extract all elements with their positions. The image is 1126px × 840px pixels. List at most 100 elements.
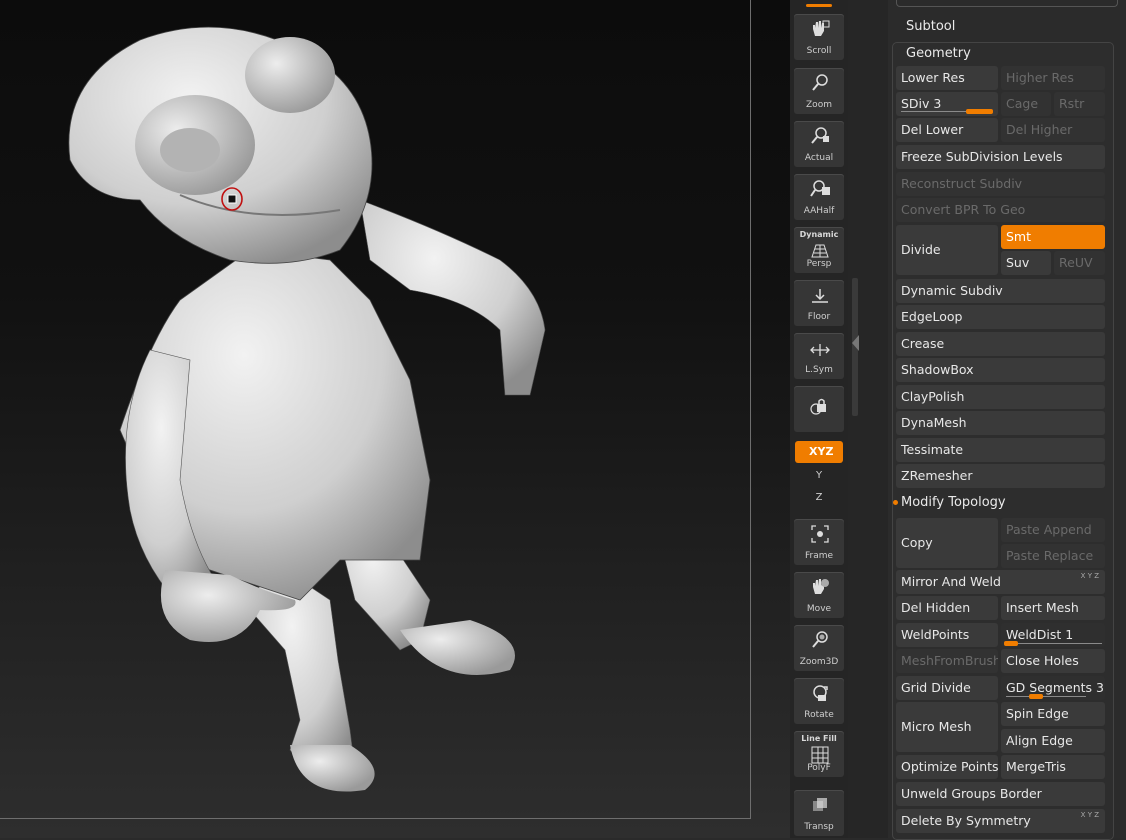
persp-dynamic-label: Dynamic [799,230,839,239]
del-hidden-button[interactable]: Del Hidden [896,596,998,620]
viewport-canvas[interactable] [0,0,790,838]
transp-button[interactable]: Transp [794,790,844,836]
sdiv-slider[interactable]: SDiv 3 [896,92,998,116]
polyframe-grid-icon [811,746,829,764]
lsym-button[interactable]: L.Sym [794,333,844,379]
welddist-slider-thumb[interactable] [1004,641,1018,646]
shadowbox-section[interactable]: ShadowBox [896,358,1105,382]
gd-segments-slider[interactable]: GD Segments 3 [1001,676,1105,700]
mirror-and-weld-button[interactable]: Mirror And Weld X Y Z [896,570,1105,594]
z-axis-label: Z [815,492,823,503]
lower-res-button[interactable]: Lower Res [896,66,998,90]
edgeloop-section[interactable]: EdgeLoop [896,305,1105,329]
mirror-axis-indicator[interactable]: X Y Z [1081,570,1099,588]
gd-segments-label: GD Segments 3 [1006,680,1104,695]
local-transform-button[interactable] [794,386,844,432]
delete-symmetry-label: Delete By Symmetry [901,813,1031,828]
collapse-arrow-icon[interactable] [852,335,859,351]
shelf-scroll-indicator [806,4,832,7]
sdiv-label: SDiv 3 [901,96,942,111]
lock-rotate-icon [810,398,826,415]
y-rotate-toggle[interactable]: Y [812,470,826,486]
actual-size-icon [811,127,829,144]
smt-toggle[interactable]: Smt [1001,225,1105,249]
welddist-label: WeldDist 1 [1006,627,1074,642]
del-higher-button[interactable]: Del Higher [1001,118,1105,142]
persp-button[interactable]: Dynamic Persp [794,227,844,273]
close-holes-button[interactable]: Close Holes [1001,649,1105,673]
reuv-button[interactable]: ReUV [1054,251,1105,275]
aahalf-button[interactable]: AAHalf [794,174,844,220]
grid-divide-button[interactable]: Grid Divide [896,676,998,700]
local-symmetry-icon [810,344,830,356]
rstr-button[interactable]: Rstr [1054,92,1105,116]
zoom-magnifier-icon [812,74,828,91]
meshfrombrush-button[interactable]: MeshFromBrush [896,649,998,673]
zremesher-section[interactable]: ZRemesher [896,464,1105,488]
zoom-button[interactable]: Zoom [794,68,844,114]
frame-label: Frame [804,551,834,561]
dynamesh-section[interactable]: DynaMesh [896,411,1105,435]
polyf-linefill-label: Line Fill [801,734,837,743]
convert-bpr-button[interactable]: Convert BPR To Geo [896,198,1105,222]
gd-segments-slider-thumb[interactable] [1029,694,1043,699]
move-button[interactable]: Move [794,572,844,618]
unweld-groups-border-button[interactable]: Unweld Groups Border [896,782,1105,806]
scroll-hand-icon [813,20,830,36]
paste-replace-button[interactable]: Paste Replace [1001,544,1105,568]
aahalf-label: AAHalf [803,206,835,216]
reconstruct-subdiv-button[interactable]: Reconstruct Subdiv [896,172,1105,196]
move-hand-icon [813,579,829,594]
mergetris-button[interactable]: MergeTris [1001,755,1105,779]
align-edge-button[interactable]: Align Edge [1001,729,1105,753]
welddist-slider[interactable]: WeldDist 1 [1001,623,1105,647]
cage-button[interactable]: Cage [1001,92,1051,116]
palette-top-edge [896,0,1118,7]
higher-res-button[interactable]: Higher Res [1001,66,1105,90]
weldpoints-button[interactable]: WeldPoints [896,623,998,647]
floor-button[interactable]: Floor [794,280,844,326]
actual-label: Actual [804,153,834,163]
actual-button[interactable]: Actual [794,121,844,167]
insert-mesh-button[interactable]: Insert Mesh [1001,596,1105,620]
copy-button[interactable]: Copy [896,518,998,568]
floor-label: Floor [807,312,831,322]
paste-append-button[interactable]: Paste Append [1001,518,1105,542]
claypolish-section[interactable]: ClayPolish [896,385,1105,409]
panel-gutter [848,0,888,838]
transparency-icon [813,798,827,811]
persp-label: Persp [806,259,832,269]
zoom3d-button[interactable]: Zoom3D [794,625,844,671]
scroll-button[interactable]: Scroll [794,14,844,60]
move-label: Move [806,604,832,614]
polyf-button[interactable]: Line Fill PolyF [794,731,844,777]
modify-topology-header[interactable]: Modify Topology [901,495,1006,510]
rotate-label: Rotate [804,710,834,720]
xyz-rotate-toggle[interactable]: XYZ [795,441,843,463]
micro-mesh-button[interactable]: Micro Mesh [896,702,998,752]
polyf-label: PolyF [807,763,831,773]
z-rotate-toggle[interactable]: Z [812,492,826,508]
optimize-points-button[interactable]: Optimize Points [896,755,998,779]
subtool-header[interactable]: Subtool [906,19,955,34]
divide-button[interactable]: Divide [896,225,998,275]
delete-by-symmetry-button[interactable]: Delete By Symmetry X Y Z [896,809,1105,833]
perspective-grid-icon [811,244,829,258]
suv-toggle[interactable]: Suv [1001,251,1051,275]
right-tool-shelf: Scroll Zoom Actual AAHalf Dynamic Persp [790,0,848,838]
freeze-subdivision-button[interactable]: Freeze SubDivision Levels [896,145,1105,169]
dynamic-subdiv-section[interactable]: Dynamic Subdiv [896,279,1105,303]
geometry-header[interactable]: Geometry [906,46,971,61]
zoom3d-label: Zoom3D [799,657,839,667]
frame-button[interactable]: Frame [794,519,844,565]
delete-symmetry-axis-indicator[interactable]: X Y Z [1081,809,1099,827]
tessimate-section[interactable]: Tessimate [896,438,1105,462]
frog-sculpt-model[interactable] [0,0,790,838]
transp-label: Transp [804,822,834,832]
spin-edge-button[interactable]: Spin Edge [1001,702,1105,726]
xyz-label: XYZ [809,445,834,458]
rotate-button[interactable]: Rotate [794,678,844,724]
crease-section[interactable]: Crease [896,332,1105,356]
sdiv-slider-thumb[interactable] [966,109,993,114]
del-lower-button[interactable]: Del Lower [896,118,998,142]
